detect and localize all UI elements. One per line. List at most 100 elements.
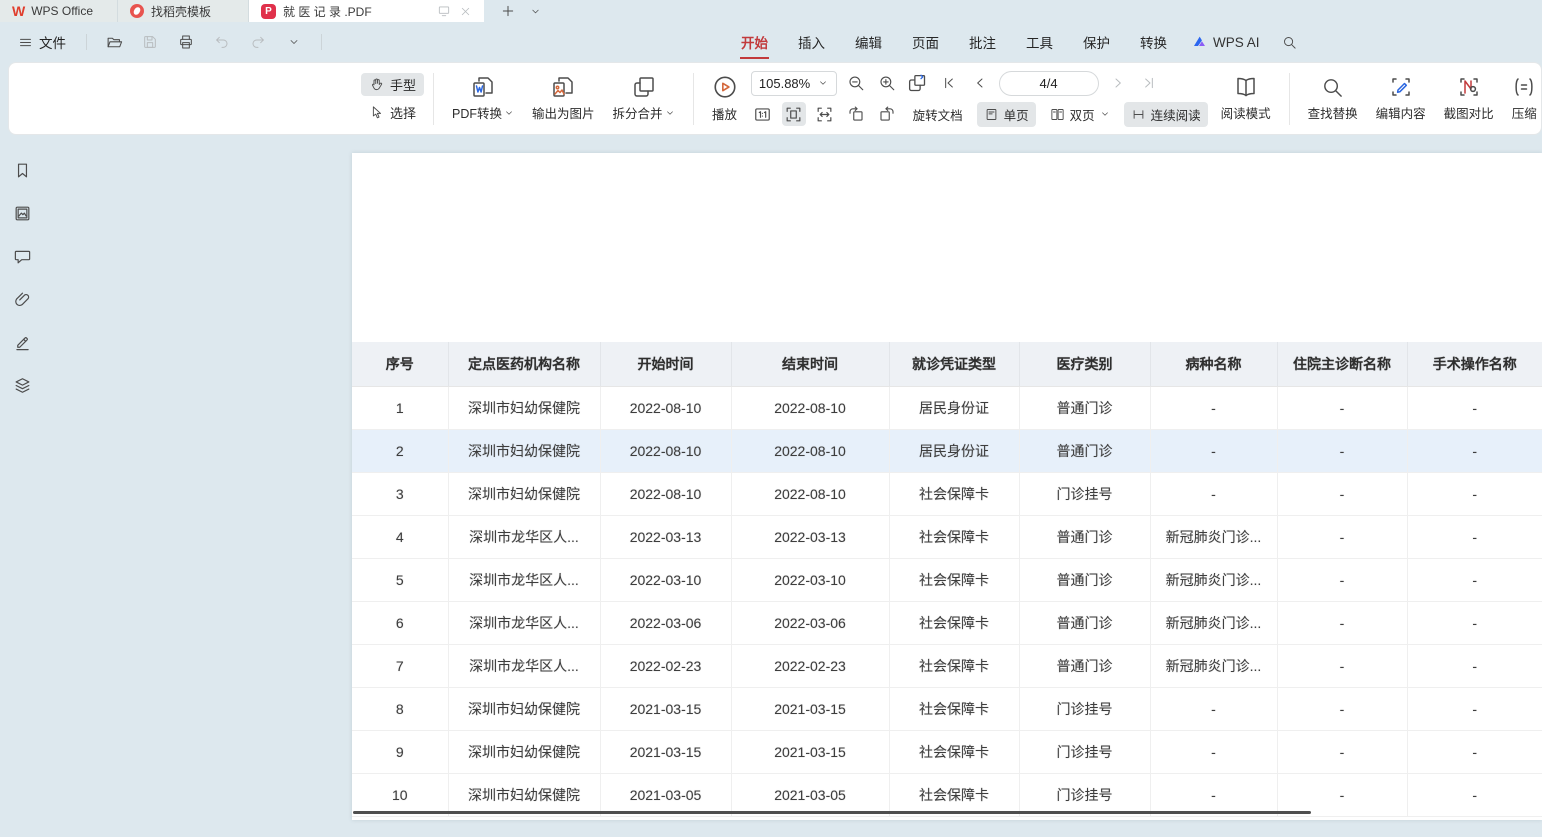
select-tool-button[interactable]: 选择	[361, 101, 424, 124]
tab-wps-office[interactable]: W WPS Office	[0, 0, 118, 22]
table-cell: 5	[352, 558, 448, 601]
table-cell: 2022-08-10	[731, 386, 889, 429]
table-cell: -	[1277, 687, 1407, 730]
column-header: 医疗类别	[1019, 342, 1150, 386]
read-mode-button[interactable]: 阅读模式	[1212, 75, 1280, 122]
undo-button[interactable]	[209, 30, 235, 54]
table-cell: 2022-08-10	[731, 429, 889, 472]
book-icon	[1234, 75, 1258, 99]
quickbar-more-button[interactable]	[281, 30, 307, 54]
previous-page-button[interactable]	[968, 71, 992, 95]
zoom-level-dropdown[interactable]: 105.88%	[751, 71, 837, 96]
table-bottom-scrollbar[interactable]	[353, 811, 1311, 814]
fit-width-button[interactable]	[813, 102, 837, 126]
rotate-document-label: 旋转文档	[913, 105, 963, 124]
page-indicator-input[interactable]: 4/4	[999, 71, 1099, 96]
table-cell: 8	[352, 687, 448, 730]
menu-protect[interactable]: 保护	[1068, 23, 1125, 61]
comments-panel-button[interactable]	[10, 244, 34, 268]
table-cell: 门诊挂号	[1019, 472, 1150, 515]
pdf-convert-button[interactable]: PDF转换	[443, 75, 523, 122]
table-cell: -	[1277, 429, 1407, 472]
double-page-button[interactable]: 双页	[1043, 102, 1117, 127]
left-panel-sidebar	[0, 140, 44, 837]
pdf-convert-icon	[471, 75, 495, 99]
export-image-icon	[551, 75, 575, 99]
table-cell: -	[1407, 472, 1542, 515]
thumbnails-panel-button[interactable]	[10, 201, 34, 225]
rotate-pages-button[interactable]	[906, 71, 930, 95]
redo-icon	[250, 34, 266, 50]
column-header: 序号	[352, 342, 448, 386]
zoom-in-button[interactable]	[875, 71, 899, 95]
find-replace-button[interactable]: 查找替换	[1299, 76, 1367, 122]
fit-page-button[interactable]	[782, 102, 806, 126]
edit-content-label: 编辑内容	[1376, 103, 1426, 122]
table-cell: 社会保障卡	[889, 687, 1019, 730]
export-image-button[interactable]: 输出为图片	[523, 75, 604, 122]
actual-size-button[interactable]	[751, 102, 775, 126]
play-label: 播放	[712, 104, 737, 123]
close-tab-icon[interactable]	[459, 5, 472, 18]
menu-search-button[interactable]	[1270, 35, 1309, 50]
menu-tools[interactable]: 工具	[1011, 23, 1068, 61]
last-page-button[interactable]	[1137, 71, 1161, 95]
zoom-value: 105.88%	[759, 76, 810, 91]
table-cell: 2022-08-10	[600, 472, 731, 515]
menu-comment[interactable]: 批注	[954, 23, 1011, 61]
screenshot-compare-button[interactable]: 截图对比	[1435, 75, 1503, 122]
wps-ai-button[interactable]: WPS AI	[1182, 34, 1270, 50]
file-menu-button[interactable]: 文件	[12, 29, 72, 55]
menu-insert[interactable]: 插入	[783, 23, 840, 61]
table-cell: 深圳市龙华区人...	[448, 558, 600, 601]
hand-tool-button[interactable]: 手型	[361, 73, 424, 96]
tab-list-chevron-icon[interactable]	[530, 6, 541, 17]
wps-ai-label: WPS AI	[1213, 35, 1260, 50]
pdf-file-icon: P	[261, 4, 276, 19]
continuous-reading-button[interactable]: 连续阅读	[1124, 102, 1208, 127]
menu-page[interactable]: 页面	[897, 23, 954, 61]
open-file-button[interactable]	[101, 30, 127, 54]
next-page-button[interactable]	[1106, 71, 1130, 95]
main-menu: 开始 插入 编辑 页面 批注 工具 保护 转换 WPS AI	[726, 22, 1309, 62]
zoom-out-button[interactable]	[844, 71, 868, 95]
layers-panel-button[interactable]	[10, 373, 34, 397]
hamburger-icon	[18, 35, 33, 50]
table-cell: -	[1407, 429, 1542, 472]
save-button[interactable]	[137, 30, 163, 54]
annotations-panel-button[interactable]	[10, 330, 34, 354]
split-merge-button[interactable]: 拆分合并	[604, 75, 684, 122]
table-cell: 2022-02-23	[600, 644, 731, 687]
print-button[interactable]	[173, 30, 199, 54]
rotate-document-button[interactable]: 旋转文档	[906, 102, 970, 127]
monitor-icon[interactable]	[437, 4, 451, 18]
single-page-button[interactable]: 单页	[977, 102, 1036, 127]
redo-button[interactable]	[245, 30, 271, 54]
rotate-right-button[interactable]	[875, 102, 899, 126]
table-row: 1深圳市妇幼保健院2022-08-102022-08-10居民身份证普通门诊--…	[352, 386, 1542, 429]
attachments-panel-button[interactable]	[10, 287, 34, 311]
edit-content-button[interactable]: 编辑内容	[1367, 75, 1435, 122]
rotate-left-button[interactable]	[844, 102, 868, 126]
pdf-convert-label: PDF转换	[452, 103, 502, 122]
table-cell: -	[1277, 558, 1407, 601]
play-button[interactable]: 播放	[703, 74, 747, 123]
bookmarks-panel-button[interactable]	[10, 158, 34, 182]
menu-edit[interactable]: 编辑	[840, 23, 897, 61]
zoom-in-icon	[878, 74, 896, 92]
table-cell: 2021-03-15	[600, 730, 731, 773]
menu-home[interactable]: 开始	[726, 23, 783, 61]
table-cell: 普通门诊	[1019, 558, 1150, 601]
compress-button[interactable]: 压缩	[1503, 75, 1542, 122]
table-cell: 社会保障卡	[889, 601, 1019, 644]
table-cell: 社会保障卡	[889, 515, 1019, 558]
new-tab-button[interactable]	[500, 3, 516, 19]
first-page-button[interactable]	[937, 71, 961, 95]
table-cell: 深圳市妇幼保健院	[448, 687, 600, 730]
table-cell: 2022-08-10	[731, 472, 889, 515]
table-row: 4深圳市龙华区人...2022-03-132022-03-13社会保障卡普通门诊…	[352, 515, 1542, 558]
tab-docer-templates[interactable]: 找稻壳模板	[118, 0, 249, 22]
menu-convert[interactable]: 转换	[1125, 23, 1182, 61]
tab-pdf-document[interactable]: P 就 医 记 录 .PDF	[249, 0, 484, 22]
pdf-page[interactable]: 序号定点医药机构名称开始时间结束时间就诊凭证类型医疗类别病种名称住院主诊断名称手…	[352, 153, 1542, 820]
